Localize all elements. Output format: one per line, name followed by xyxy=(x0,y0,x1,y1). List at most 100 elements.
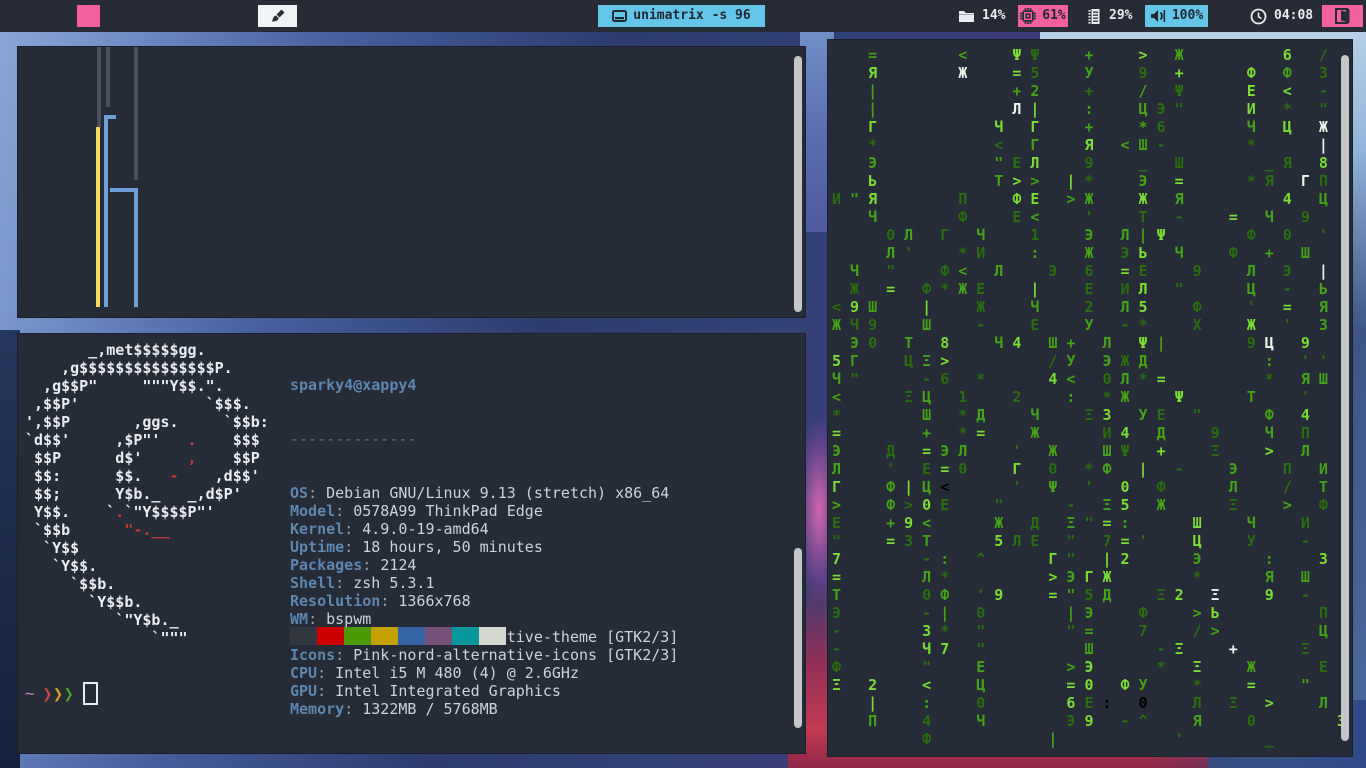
matrix-row: Ф | ' _ xyxy=(922,730,1283,748)
info-line: Kernel: 4.9.0-19-amd64 xyxy=(290,520,489,538)
info-label: Model xyxy=(290,502,336,520)
matrix-row: Л ' Е=0 Г 0 *Ф | - Э П И xyxy=(832,460,1337,478)
terminal-color-palette xyxy=(290,627,506,645)
info-line: Uptime: 18 hours, 50 minutes xyxy=(290,538,543,556)
matrix-row: - Ч7 " Ш -Ξ + Ξ xyxy=(832,640,1319,658)
desktop: unimatrix -s 96 14% 61% 29% 100% 04:08 P… xyxy=(0,0,1366,768)
info-label: Resolution xyxy=(290,592,381,610)
info-label: GPU xyxy=(290,682,318,700)
theme-button[interactable] xyxy=(258,5,297,27)
info-line: WM: bspwm xyxy=(290,610,372,628)
palette-swatch xyxy=(317,627,344,645)
matrix-row: 5Г ЦΞ> /У ЭЖД : '' xyxy=(832,352,1337,370)
info-line: Memory: 1322MB / 5768MB xyxy=(290,700,498,718)
info-line: Packages: 2124 xyxy=(290,556,417,574)
scrollbar-thumb[interactable] xyxy=(794,56,802,312)
info-label: Uptime xyxy=(290,538,345,556)
matrix-row: Г Ч Г + *6 Ч Ц Ж xyxy=(868,118,1337,136)
terminal-window-pipes[interactable] xyxy=(18,47,805,317)
palette-swatch xyxy=(371,627,398,645)
palette-swatch xyxy=(425,627,452,645)
exit-button[interactable] xyxy=(1322,5,1363,27)
pipe-segment xyxy=(134,188,138,307)
info-label: Shell xyxy=(290,574,336,592)
info-value: 2124 xyxy=(380,556,417,574)
matrix-row: Я Ж =5 У 9 + Ф Ф 3 xyxy=(868,64,1337,82)
matrix-row: < ΞЦ 1 2 : *Ж Ψ Т ' xyxy=(832,388,1319,406)
matrix-row: Э "ЕЛ 9 _ Ш _Я 8 xyxy=(868,154,1337,172)
pipe-segment xyxy=(134,47,138,180)
info-label: Icons xyxy=(290,646,336,664)
debian-ascii-logo-accent: . , - . "-.__ xyxy=(115,431,197,539)
matrix-row: Ч Ф Е< ' Т - = Ч 9 xyxy=(868,208,1319,226)
info-label: OS xyxy=(290,484,309,502)
disk-module[interactable]: 14% xyxy=(958,0,1005,32)
scrollbar-thumb[interactable] xyxy=(1341,55,1349,741)
matrix-row: * Ш *Д Ч Ξ3 УЕ " Ф 4 xyxy=(832,406,1319,424)
workspace-indicator[interactable] xyxy=(77,5,100,27)
disk-usage: 14% xyxy=(982,8,1006,23)
pipe-segment xyxy=(97,47,101,127)
info-line: OS: Debian GNU/Linux 9.13 (stretch) x86_… xyxy=(290,484,670,502)
matrix-row: ЖЧ9 Ш - Е У -* Х Ж ' 3 xyxy=(832,316,1337,334)
matrix-row: И"Я П ФЕ >Ж Ж Я 4 Ц xyxy=(832,190,1337,208)
info-line: Icons: Pink-nord-alternative-icons [GTK2… xyxy=(290,646,679,664)
terminal-window-neofetch[interactable]: _,met$$$$$gg. ,g$$$$$$$$$$$$$$$P. ,g$$P"… xyxy=(18,334,805,753)
volume-module[interactable]: 100% xyxy=(1145,5,1208,27)
cpu-usage: 61% xyxy=(1042,8,1066,23)
prompt-chevron: ❯ xyxy=(42,682,53,704)
folder-icon xyxy=(958,9,975,23)
info-value: 1366x768 xyxy=(398,592,471,610)
matrix-row: Ч " Ф< Л Э 6 =Е 9 Л Э | xyxy=(850,262,1337,280)
pipe-segment xyxy=(106,47,110,107)
info-label: Kernel xyxy=(290,520,345,538)
matrix-row: Л' *И : Ж ЭЬ Ч Ф + Ш xyxy=(886,244,1319,262)
matrix-row: * < Г Я <Ш- * | xyxy=(868,136,1337,154)
matrix-row: | : 0 6Е: 0 Л Ξ > Л xyxy=(868,694,1337,712)
text-cursor[interactable] xyxy=(82,682,98,705)
matrix-row: = < ΨΨ + > Ж 6 / xyxy=(868,46,1337,64)
wallpaper-city xyxy=(0,330,20,768)
info-line: Shell: zsh 5.3.1 xyxy=(290,574,435,592)
palette-swatch xyxy=(452,627,479,645)
info-value: Pink-nord-alternative-icons [GTK2/3] xyxy=(353,646,679,664)
matrix-row: = Л* >ЭГЖ * Я Ш xyxy=(832,568,1319,586)
matrix-row: Т 0Ф '9 ="5Д Ξ2 Ξ 9 - xyxy=(832,586,1319,604)
window-icon xyxy=(612,10,628,22)
matrix-row: Г Ф|Ц< ' Ψ ' 0 Ф Л / Т xyxy=(832,478,1337,496)
memory-module[interactable]: 29% xyxy=(1088,0,1132,32)
shell-prompt: ~ ❯ ❯ ❯ xyxy=(25,682,98,705)
cpu-icon xyxy=(1020,8,1037,24)
memory-usage: 29% xyxy=(1109,8,1133,23)
matrix-row: Ь Т>> |* Э = *Я ГП xyxy=(868,172,1337,190)
volume-level: 100% xyxy=(1171,8,1204,23)
separator: -------------- xyxy=(290,430,417,448)
info-label: CPU xyxy=(290,664,318,682)
matrix-row: Ж = Ф*ЖЕ | Е ИЛ " Ц - Ь xyxy=(850,280,1337,298)
door-icon xyxy=(1334,8,1351,24)
cpu-module[interactable]: 61% xyxy=(1018,5,1068,27)
matrix-row: Ч" -6 * 4< 0Л*= * ЯШ xyxy=(832,370,1337,388)
info-label: Packages xyxy=(290,556,363,574)
info-value: Debian GNU/Linux 9.13 (stretch) x86_64 xyxy=(326,484,670,502)
cwd: ~ xyxy=(25,683,35,703)
info-value: 0578A99 ThinkPad Edge xyxy=(353,502,543,520)
info-label: Memory xyxy=(290,700,345,718)
matrix-row: <9Ш | Ж Ч 2 Л5 Ф ' = Я xyxy=(832,298,1337,316)
pipe-segment xyxy=(96,127,100,307)
info-value: Intel Integrated Graphics xyxy=(335,682,561,700)
info-value: bspwm xyxy=(326,610,372,628)
info-value: 18 hours, 50 minutes xyxy=(362,538,543,556)
ram-icon xyxy=(1088,8,1102,25)
matrix-row: - 3* " "= 7 /> Ц xyxy=(832,622,1337,640)
terminal-window-unimatrix[interactable]: = < ΨΨ + > Ж 6 / Я Ж =5 У 9 + Ф Ф 3 | +2… xyxy=(828,40,1352,756)
scrollbar-thumb[interactable] xyxy=(794,548,802,728)
info-label: WM xyxy=(290,610,309,628)
matrix-row: Э0 Т 8 Ч4 Ш+ Л Ψ| 9Ц 9 xyxy=(850,334,1319,352)
palette-swatch xyxy=(479,627,506,645)
matrix-row: Ξ 2 < Ц =0 ФУ * = " xyxy=(832,676,1319,694)
focused-window-title[interactable]: unimatrix -s 96 xyxy=(598,5,765,27)
system-info: sparky4@xappy4 -------------- OS: Debian… xyxy=(290,340,678,754)
matrix-row: > Ф>0Е " - Ξ5 Ж Ξ > Ф xyxy=(832,496,1337,514)
matrix-row: Э Д =ЭЛ ' Ж ШΨ + Ξ > Л xyxy=(832,442,1319,460)
